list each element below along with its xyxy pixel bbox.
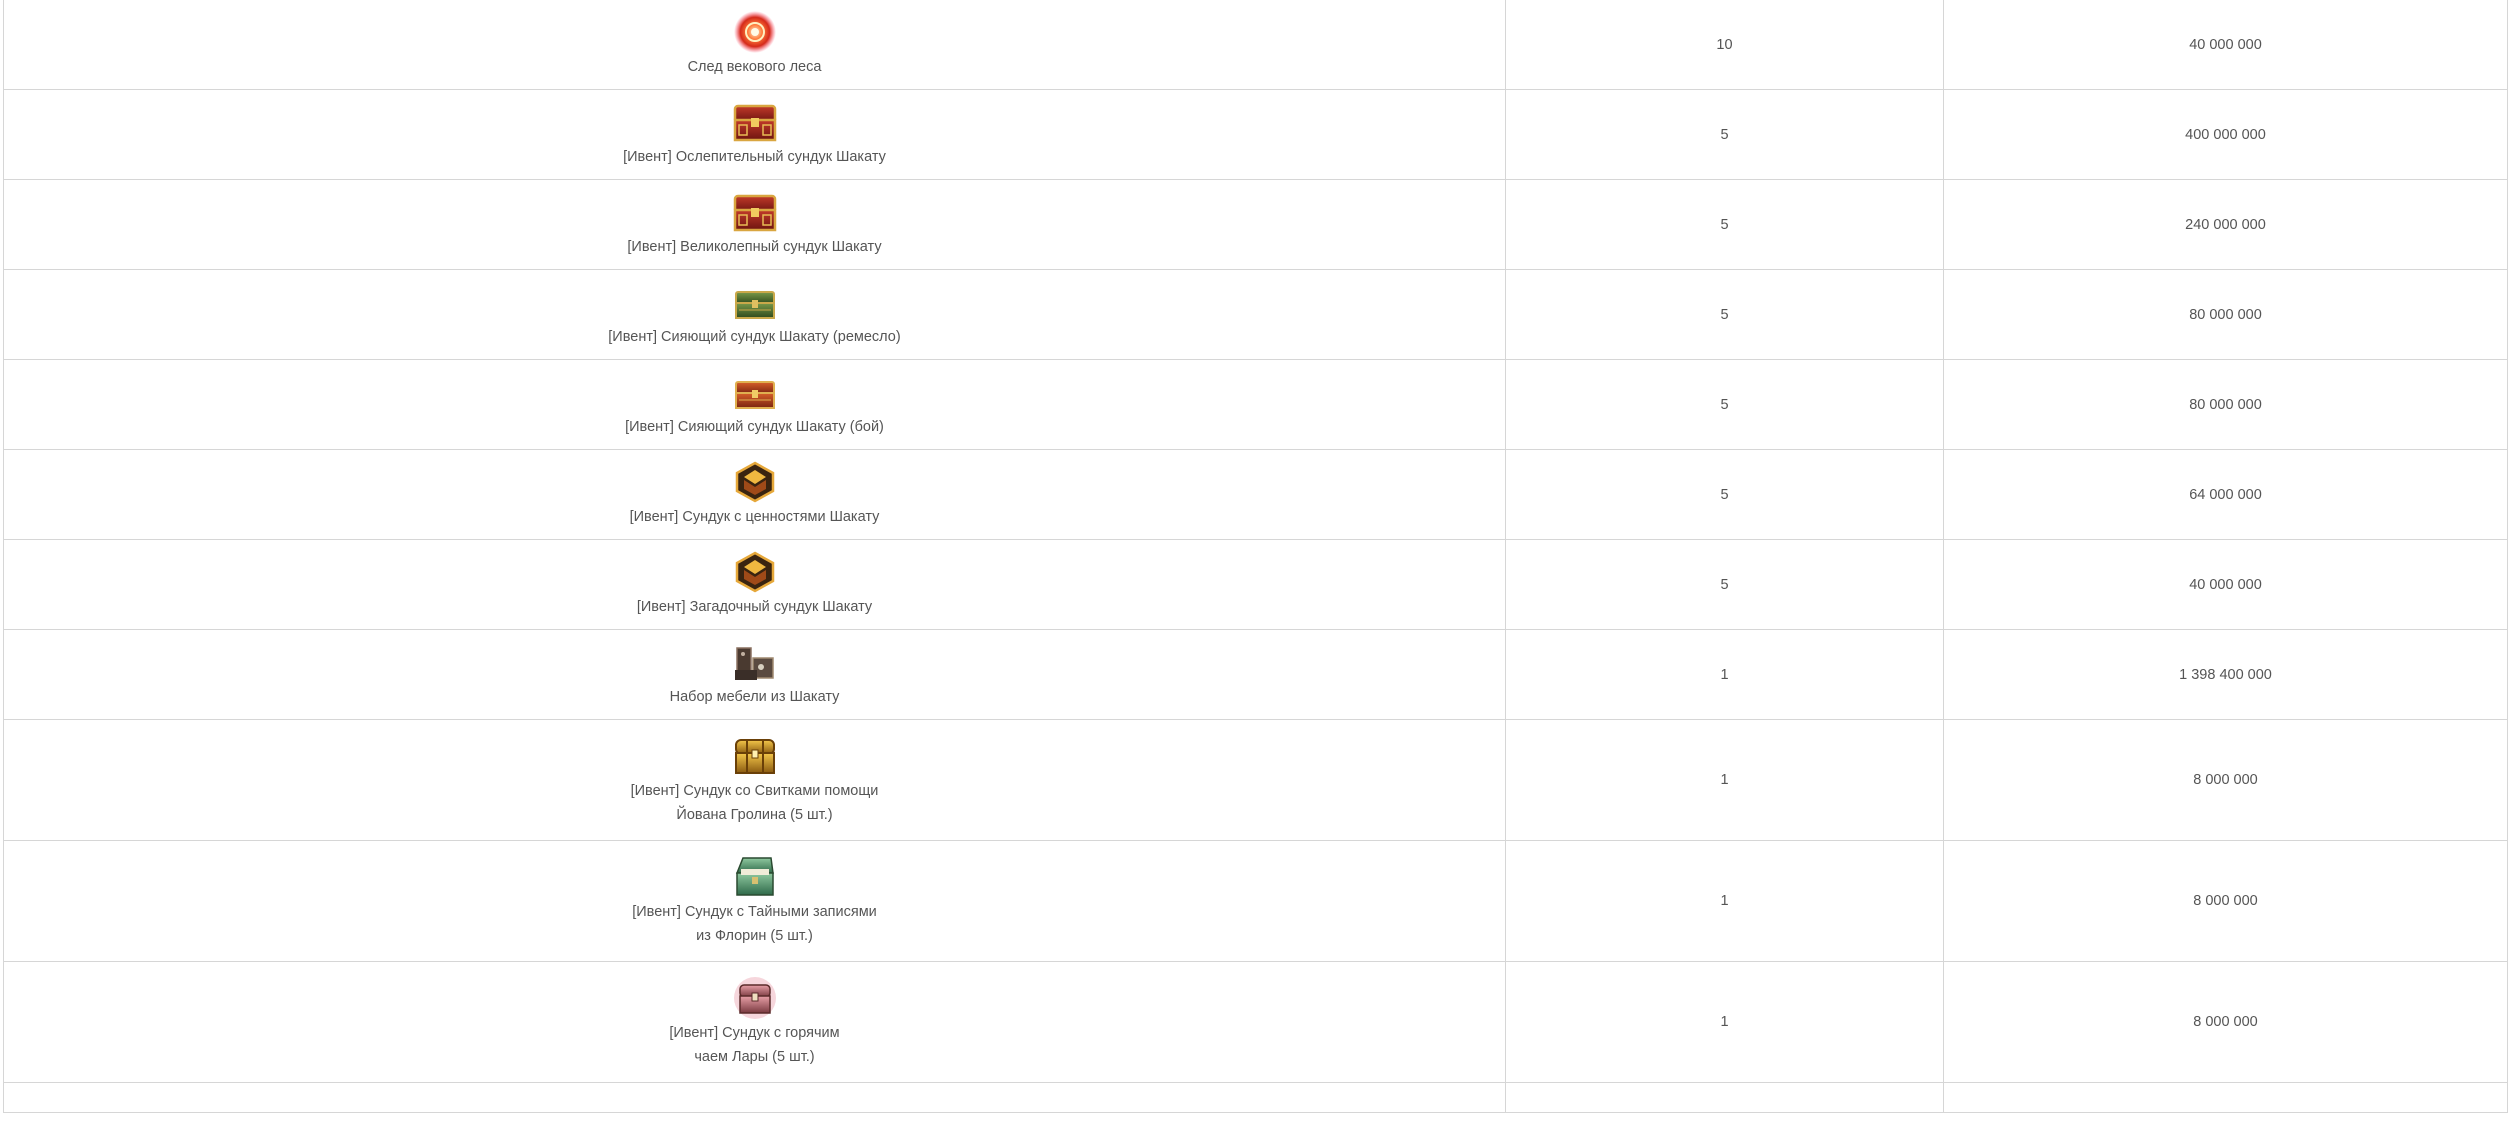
item-cell: [Ивент] Ослепительный сундук Шакату: [3, 89, 1506, 180]
table-row: [Ивент] Сияющий сундук Шакату (ремесло) …: [3, 269, 2508, 360]
item-name: [Ивент] Сундук с горячим: [669, 1024, 840, 1041]
item-name: [Ивент] Сияющий сундук Шакату (бой): [625, 419, 884, 435]
table-row: [Ивент] Ослепительный сундук Шакату 5 40…: [3, 89, 2508, 180]
price-cell: 40 000 000: [1943, 0, 2508, 90]
hex-chest-icon: [735, 551, 774, 593]
table-row: [Ивент] Великолепный сундук Шакату 5 240…: [3, 179, 2508, 270]
quantity-cell: 5: [1505, 539, 1944, 630]
items-table: След векового леса 10 40 000 000 [Ивент]…: [3, 0, 2508, 1113]
price-cell: 64 000 000: [1943, 449, 2508, 540]
furniture-set-icon: [734, 647, 774, 680]
item-name-line2: из Флорин (5 шт.): [696, 927, 813, 944]
price-cell: 80 000 000: [1943, 359, 2508, 450]
item-name: След векового леса: [687, 59, 822, 75]
price-cell: 8 000 000: [1943, 961, 2508, 1083]
price-cell: 240 000 000: [1943, 179, 2508, 270]
item-name-line2: Йована Гролина (5 шт.): [676, 806, 833, 823]
item-name: [Ивент] Ослепительный сундук Шакату: [623, 149, 886, 165]
quantity-cell: 5: [1505, 359, 1944, 450]
item-cell: [Ивент] Сундук со Свитками помощи Йована…: [3, 719, 1506, 841]
quantity-cell: 1: [1505, 961, 1944, 1083]
quantity-cell: 1: [1505, 719, 1944, 841]
quantity-cell: 1: [1505, 840, 1944, 962]
green-chest-icon: [734, 291, 775, 319]
price-cell: 8 000 000: [1943, 840, 2508, 962]
table-row: След векового леса 10 40 000 000: [3, 0, 2508, 90]
item-name: [Ивент] Сундук с ценностями Шакату: [629, 509, 880, 525]
table-row: [Ивент] Сундук со Свитками помощи Йована…: [3, 719, 2508, 841]
price-cell: 80 000 000: [1943, 269, 2508, 360]
price-cell: 400 000 000: [1943, 89, 2508, 180]
item-name: [Ивент] Загадочный сундук Шакату: [636, 599, 873, 615]
quantity-cell: 10: [1505, 0, 1944, 90]
item-cell: След векового леса: [3, 0, 1506, 90]
item-cell: [Ивент] Сияющий сундук Шакату (бой): [3, 359, 1506, 450]
item-name: Набор мебели из Шакату: [669, 689, 840, 705]
item-cell: [Ивент] Сундук с ценностями Шакату: [3, 449, 1506, 540]
item-cell: Набор мебели из Шакату: [3, 629, 1506, 720]
table-row: [Ивент] Сундук с ценностями Шакату 5 64 …: [3, 449, 2508, 540]
item-cell: [Ивент] Загадочный сундук Шакату: [3, 539, 1506, 630]
quantity-cell: 5: [1505, 449, 1944, 540]
table-row: [Ивент] Сияющий сундук Шакату (бой) 5 80…: [3, 359, 2508, 450]
price-cell: 8 000 000: [1943, 719, 2508, 841]
quantity-cell: 5: [1505, 269, 1944, 360]
hex-chest-icon: [735, 461, 774, 503]
pink-chest-icon: [733, 976, 776, 1019]
golden-chest-icon: [734, 738, 775, 774]
orange-chest-icon: [734, 381, 775, 409]
item-name: [Ивент] Сундук со Свитками помощи: [630, 782, 879, 799]
item-cell: [Ивент] Сундук с горячим чаем Лары (5 шт…: [3, 961, 1506, 1083]
quantity-cell: 5: [1505, 89, 1944, 180]
flame-orb-icon: [733, 11, 776, 53]
quantity-cell: 5: [1505, 179, 1944, 270]
green-open-chest-icon: [735, 856, 774, 896]
table-row: [Ивент] Сундук с Тайными записями из Фло…: [3, 840, 2508, 962]
red-gold-chest-icon: [733, 194, 776, 232]
item-cell: [Ивент] Великолепный сундук Шакату: [3, 179, 1506, 270]
table-row: [Ивент] Загадочный сундук Шакату 5 40 00…: [3, 539, 2508, 630]
item-name: [Ивент] Великолепный сундук Шакату: [627, 239, 882, 255]
price-cell: 1 398 400 000: [1943, 629, 2508, 720]
item-cell: [Ивент] Сияющий сундук Шакату (ремесло): [3, 269, 1506, 360]
table-row: Набор мебели из Шакату 1 1 398 400 000: [3, 629, 2508, 720]
price-cell: 40 000 000: [1943, 539, 2508, 630]
item-name-line2: чаем Лары (5 шт.): [694, 1048, 815, 1065]
item-name: [Ивент] Сияющий сундук Шакату (ремесло): [608, 329, 901, 345]
red-gold-chest-icon: [733, 104, 776, 142]
table-row: [3, 1082, 2508, 1113]
table-row: [Ивент] Сундук с горячим чаем Лары (5 шт…: [3, 961, 2508, 1083]
item-name: [Ивент] Сундук с Тайными записями: [632, 903, 877, 920]
item-cell: [Ивент] Сундук с Тайными записями из Фло…: [3, 840, 1506, 962]
quantity-cell: 1: [1505, 629, 1944, 720]
